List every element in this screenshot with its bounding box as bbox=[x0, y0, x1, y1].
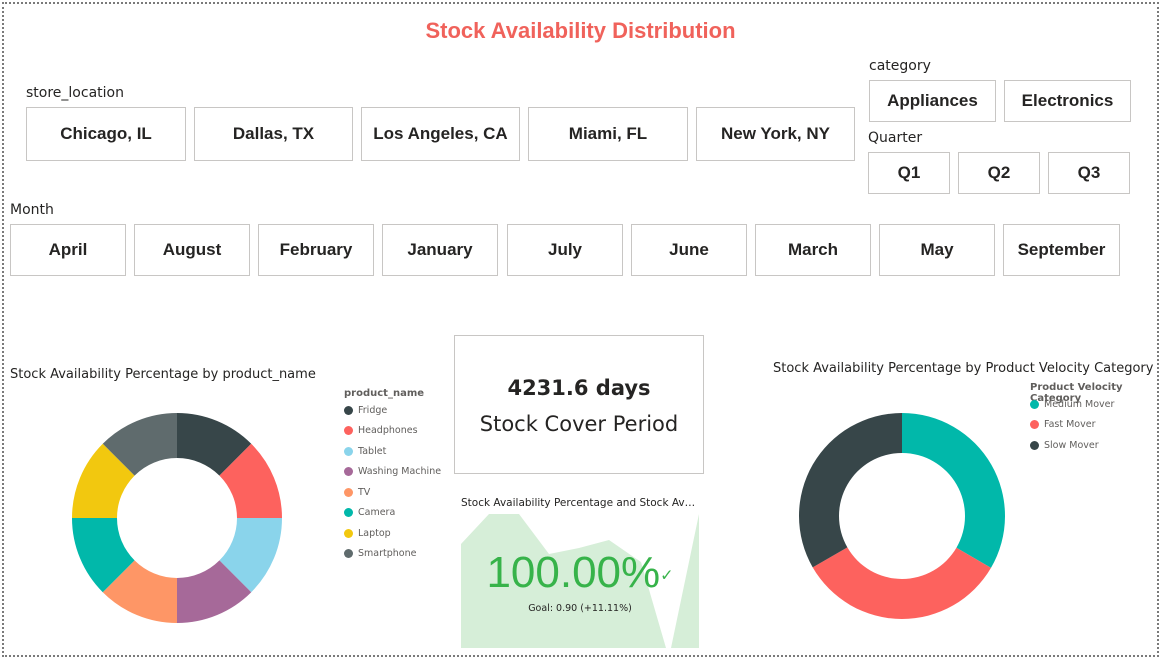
slicer-option-april[interactable]: April bbox=[10, 224, 126, 276]
legend-marker bbox=[1030, 420, 1039, 430]
product-legend: Fridge Headphones Tablet Washing Machine TV C… bbox=[344, 400, 441, 564]
slicer-option-q2[interactable]: Q2 bbox=[958, 152, 1040, 194]
stock-cover-card: 4231.6 days Stock Cover Period bbox=[454, 335, 704, 474]
kpi-value: 100.00%✓ bbox=[461, 548, 699, 598]
legend-marker bbox=[344, 549, 353, 559]
slicer-option-q1[interactable]: Q1 bbox=[868, 152, 950, 194]
page-title: Stock Availability Distribution bbox=[425, 18, 736, 43]
donut-slice-medium-mover[interactable] bbox=[902, 413, 1005, 568]
slicer-option-june[interactable]: June bbox=[631, 224, 747, 276]
legend-item-slow-mover[interactable]: Slow Mover bbox=[1030, 435, 1114, 456]
legend-label: Fast Mover bbox=[1044, 419, 1096, 431]
legend-item-washing-machine[interactable]: Washing Machine bbox=[344, 462, 441, 483]
legend-label: Medium Mover bbox=[1044, 398, 1115, 410]
slicer-option-september[interactable]: September bbox=[1003, 224, 1120, 276]
kpi-value-text: 100.00% bbox=[486, 548, 661, 597]
slicer-option-los-angeles[interactable]: Los Angeles, CA bbox=[361, 107, 520, 161]
velocity-donut-chart[interactable] bbox=[792, 407, 1012, 627]
checkmark-icon: ✓ bbox=[660, 567, 674, 585]
legend-label: Headphones bbox=[358, 425, 418, 437]
slicer-option-appliances[interactable]: Appliances bbox=[869, 80, 996, 122]
slicer-option-may[interactable]: May bbox=[879, 224, 995, 276]
velocity-legend: Medium Mover Fast Mover Slow Mover bbox=[1030, 394, 1114, 456]
legend-item-medium-mover[interactable]: Medium Mover bbox=[1030, 394, 1114, 415]
legend-marker bbox=[344, 426, 353, 436]
slicer-option-dallas[interactable]: Dallas, TX bbox=[194, 107, 353, 161]
legend-marker bbox=[344, 508, 353, 518]
legend-label: Slow Mover bbox=[1044, 439, 1099, 451]
category-slicer-label: category bbox=[869, 58, 931, 74]
slicer-option-march[interactable]: March bbox=[755, 224, 871, 276]
slicer-option-chicago[interactable]: Chicago, IL bbox=[26, 107, 186, 161]
velocity-donut-title: Stock Availability Percentage by Product… bbox=[773, 361, 1154, 376]
legend-item-camera[interactable]: Camera bbox=[344, 503, 441, 524]
legend-marker bbox=[344, 446, 353, 456]
legend-item-fast-mover[interactable]: Fast Mover bbox=[1030, 415, 1114, 436]
legend-item-fridge[interactable]: Fridge bbox=[344, 400, 441, 421]
legend-marker bbox=[344, 405, 353, 415]
month-slicer-label: Month bbox=[10, 202, 54, 218]
store-location-slicer-label: store_location bbox=[26, 85, 124, 101]
legend-label: Laptop bbox=[358, 527, 391, 539]
legend-label: TV bbox=[358, 486, 371, 498]
slicer-option-february[interactable]: February bbox=[258, 224, 374, 276]
legend-label: Fridge bbox=[358, 404, 388, 416]
legend-item-tv[interactable]: TV bbox=[344, 482, 441, 503]
legend-marker bbox=[344, 467, 353, 477]
legend-marker bbox=[1030, 399, 1039, 409]
stock-cover-value: 4231.6 days bbox=[507, 376, 651, 400]
slicer-option-q3[interactable]: Q3 bbox=[1048, 152, 1130, 194]
legend-label: Smartphone bbox=[358, 548, 417, 560]
legend-label: Camera bbox=[358, 507, 396, 519]
legend-item-tablet[interactable]: Tablet bbox=[344, 441, 441, 462]
legend-marker bbox=[344, 487, 353, 497]
legend-marker bbox=[344, 528, 353, 538]
stock-cover-label: Stock Cover Period bbox=[479, 412, 679, 436]
donut-slice-fast-mover[interactable] bbox=[812, 547, 991, 619]
legend-item-laptop[interactable]: Laptop bbox=[344, 523, 441, 544]
product-donut-chart[interactable] bbox=[67, 408, 287, 628]
slicer-option-january[interactable]: January bbox=[382, 224, 498, 276]
legend-item-headphones[interactable]: Headphones bbox=[344, 421, 441, 442]
legend-label: Washing Machine bbox=[358, 466, 442, 478]
slicer-option-august[interactable]: August bbox=[134, 224, 250, 276]
slicer-option-miami[interactable]: Miami, FL bbox=[528, 107, 688, 161]
kpi-title: Stock Availability Percentage and Stock … bbox=[461, 497, 701, 509]
slicer-option-electronics[interactable]: Electronics bbox=[1004, 80, 1131, 122]
product-legend-title: product_name bbox=[344, 388, 425, 399]
donut-slice-slow-mover[interactable] bbox=[799, 413, 902, 568]
legend-label: Tablet bbox=[358, 445, 387, 457]
slicer-option-new-york[interactable]: New York, NY bbox=[696, 107, 855, 161]
legend-marker bbox=[1030, 440, 1039, 450]
product-donut-title: Stock Availability Percentage by product… bbox=[10, 367, 316, 382]
kpi-goal: Goal: 0.90 (+11.11%) bbox=[528, 603, 632, 614]
quarter-slicer-label: Quarter bbox=[868, 130, 923, 146]
legend-item-smartphone[interactable]: Smartphone bbox=[344, 544, 441, 565]
slicer-option-july[interactable]: July bbox=[507, 224, 623, 276]
